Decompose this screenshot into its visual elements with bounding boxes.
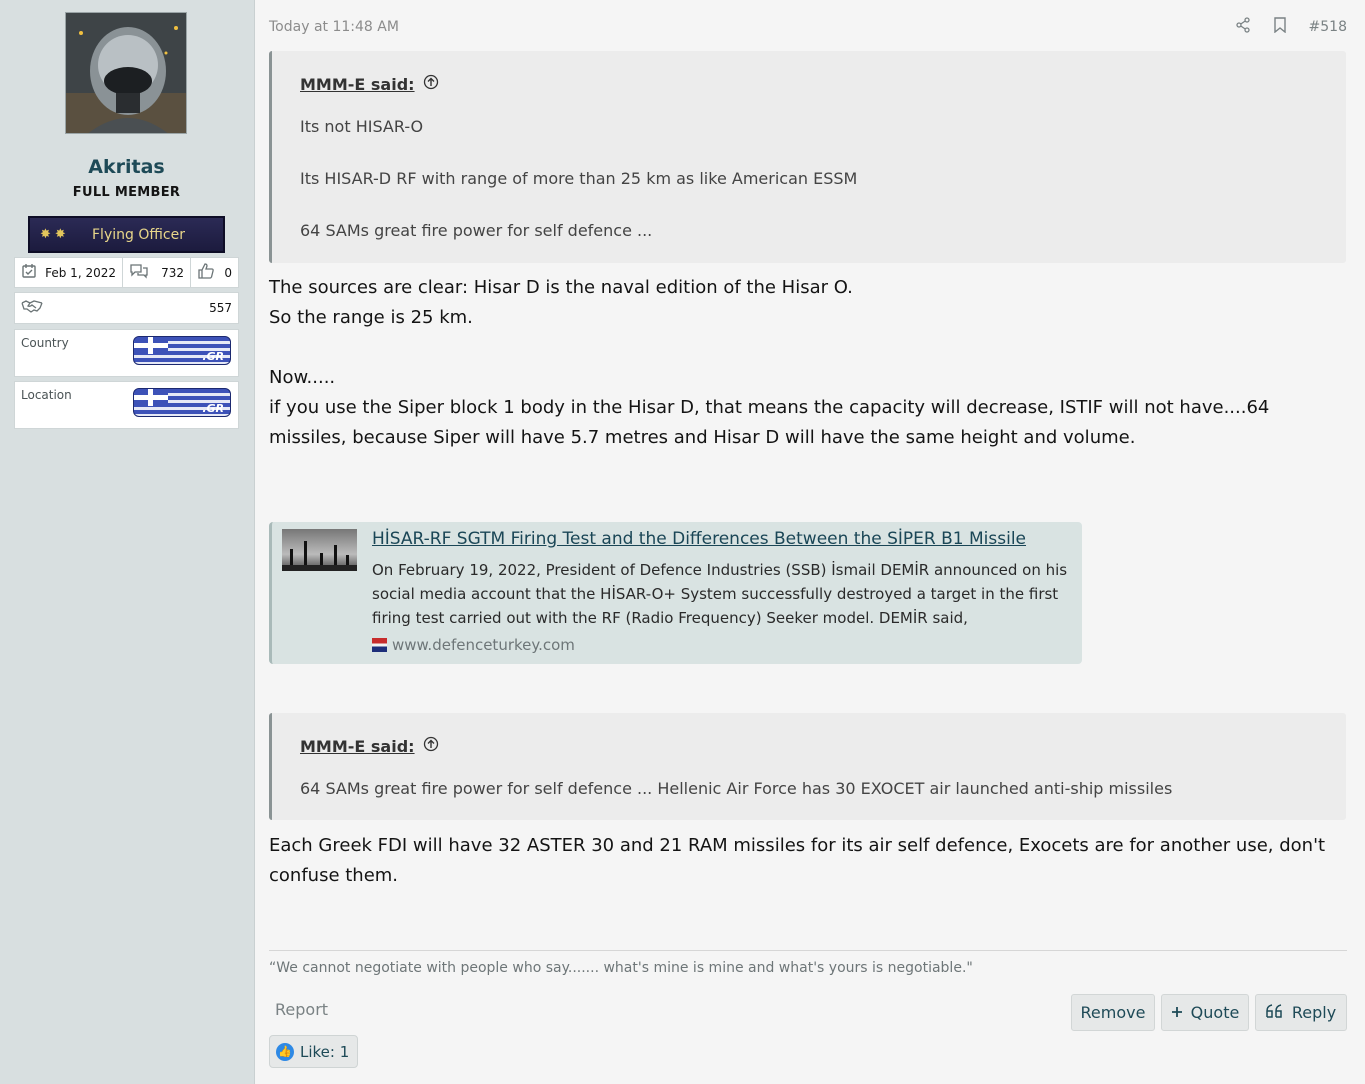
location-field: Location .GR	[14, 381, 239, 429]
messages-stat[interactable]: 732	[123, 258, 191, 287]
quote-author[interactable]: MMM-E said:	[300, 75, 415, 94]
post-actions-top: #518	[1235, 17, 1347, 37]
reactions-stat[interactable]: 0	[191, 258, 238, 287]
rank-banner: ✸✸ Flying Officer	[28, 216, 225, 253]
handshake-icon	[21, 298, 43, 318]
site-favicon-icon	[372, 638, 387, 652]
post-text: Now.....	[269, 367, 336, 388]
quote-block: MMM-E said: 64 SAMs great fire power for…	[269, 713, 1346, 820]
quote-label: Quote	[1190, 1003, 1240, 1022]
points-count: 557	[209, 301, 232, 315]
post-content: Today at 11:48 AM #518 MMM-E said: Its n…	[256, 0, 1365, 1084]
country-label: Country	[21, 336, 69, 350]
link-preview-card[interactable]: HİSAR-RF SGTM Firing Test and the Differ…	[269, 522, 1082, 664]
avatar[interactable]	[65, 12, 187, 134]
location-label: Location	[21, 388, 72, 402]
username[interactable]: Akritas	[0, 156, 253, 178]
quote-button[interactable]: Quote	[1161, 994, 1249, 1031]
location-flag-text: .GR	[202, 402, 224, 415]
link-domain-text: www.defenceturkey.com	[392, 636, 575, 654]
country-field: Country .GR	[14, 329, 239, 377]
user-stats: Feb 1, 2022 732 0	[14, 257, 239, 288]
greece-flag-icon: .GR	[133, 388, 231, 417]
reactions-summary[interactable]: Like: 1	[300, 1043, 349, 1061]
reactions-count: 0	[224, 265, 232, 280]
quote-author[interactable]: MMM-E said:	[300, 737, 415, 756]
post-text: Each Greek FDI will have 32 ASTER 30 and…	[269, 835, 1326, 886]
reply-button[interactable]: Reply	[1255, 994, 1347, 1031]
messages-count: 732	[161, 265, 184, 280]
remove-button[interactable]: Remove	[1071, 994, 1155, 1031]
quote-block: MMM-E said: Its not HISAR-O Its HISAR-D …	[269, 51, 1346, 263]
post-number[interactable]: #518	[1309, 19, 1347, 35]
link-domain[interactable]: www.defenceturkey.com	[372, 636, 575, 654]
messages-icon	[129, 263, 149, 283]
report-link[interactable]: Report	[275, 1000, 328, 1019]
rank-label: Flying Officer	[92, 226, 185, 243]
post-text: So the range is 25 km.	[269, 307, 473, 328]
user-title: FULL MEMBER	[72, 185, 181, 200]
post-text: The sources are clear: Hisar D is the na…	[269, 277, 853, 298]
quote-header[interactable]: MMM-E said:	[300, 736, 1346, 756]
link-title[interactable]: HİSAR-RF SGTM Firing Test and the Differ…	[372, 529, 1026, 549]
signature-divider	[269, 950, 1347, 951]
country-flag-text: .GR	[202, 350, 224, 363]
user-sidebar: Akritas FULL MEMBER ✸✸ Flying Officer Fe…	[0, 0, 255, 1084]
bookmark-icon[interactable]	[1273, 17, 1287, 37]
quote-line: Its not HISAR-O	[300, 117, 424, 136]
reactions-bar[interactable]: 👍 Like: 1	[269, 1035, 359, 1068]
post-text: if you use the Siper block 1 body in the…	[269, 397, 1270, 448]
quote-line: 64 SAMs great fire power for self defenc…	[300, 221, 653, 240]
points-stat[interactable]: 557	[14, 292, 239, 324]
quote-line: Its HISAR-D RF with range of more than 2…	[300, 169, 858, 188]
quote-mark-icon	[1266, 1003, 1284, 1022]
joined-stat: Feb 1, 2022	[15, 258, 123, 287]
post-timestamp[interactable]: Today at 11:48 AM	[269, 19, 399, 35]
link-thumbnail[interactable]	[282, 529, 357, 571]
signature: “We cannot negotiate with people who say…	[269, 960, 973, 976]
reply-label: Reply	[1291, 1003, 1337, 1022]
quote-line: 64 SAMs great fire power for self defenc…	[300, 779, 1173, 798]
rank-stars-icon: ✸✸	[40, 227, 70, 242]
thumbs-up-icon	[197, 262, 215, 284]
joined-date: Feb 1, 2022	[45, 265, 116, 280]
plus-icon	[1171, 1003, 1183, 1022]
jump-arrow-icon[interactable]	[423, 74, 439, 94]
quote-header[interactable]: MMM-E said:	[300, 74, 1346, 94]
like-icon: 👍	[276, 1042, 294, 1061]
link-description: On February 19, 2022, President of Defen…	[372, 561, 1068, 627]
calendar-icon	[21, 263, 37, 283]
jump-arrow-icon[interactable]	[423, 736, 439, 756]
remove-label: Remove	[1080, 1003, 1146, 1022]
greece-flag-icon: .GR	[133, 336, 231, 365]
share-icon[interactable]	[1235, 17, 1251, 37]
